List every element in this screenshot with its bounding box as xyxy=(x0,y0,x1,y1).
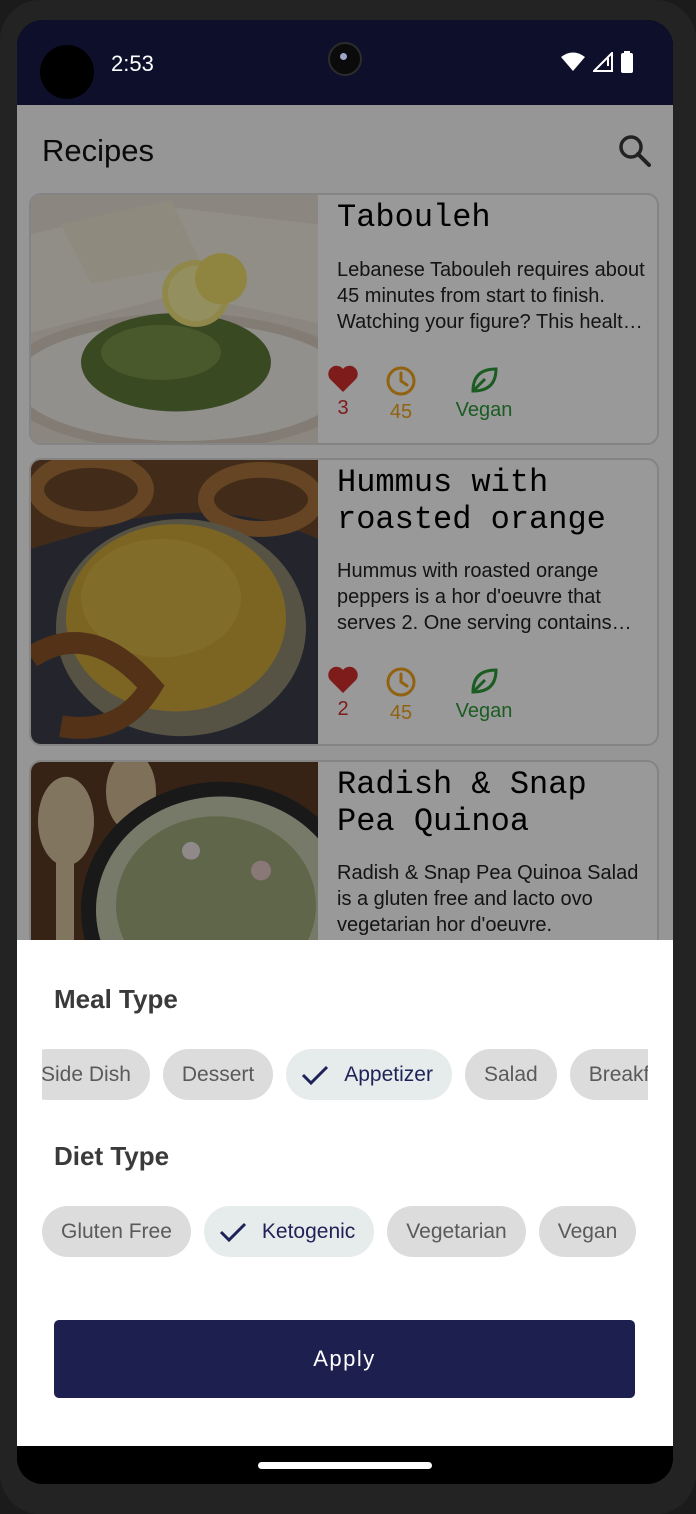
battery-icon xyxy=(621,51,633,73)
check-icon xyxy=(302,1065,329,1085)
meal-type-chip[interactable]: Breakfast xyxy=(569,1049,648,1100)
diet-type-chip-label: Gluten Free xyxy=(61,1219,172,1243)
modal-scrim[interactable] xyxy=(17,105,673,1030)
meal-type-chip-label: Appetizer xyxy=(344,1062,433,1086)
diet-type-chip-label: Vegan xyxy=(557,1219,618,1243)
apply-button[interactable]: Apply xyxy=(54,1320,635,1398)
meal-type-chip-label: Side Dish xyxy=(42,1062,131,1086)
meal-type-chip-label: Breakfast xyxy=(588,1062,648,1086)
device-frame: 2:53 Recipes Tabouleh Lebanese Tabouleh … xyxy=(0,0,696,1514)
recipes-screen: Recipes Tabouleh Lebanese Tabouleh requi… xyxy=(17,105,673,1060)
diet-type-chip[interactable]: Vegan xyxy=(538,1206,637,1257)
home-gesture-handle[interactable] xyxy=(258,1462,432,1469)
meal-type-chip[interactable]: Dessert xyxy=(162,1049,274,1100)
status-bar: 2:53 xyxy=(17,20,673,105)
status-icons xyxy=(561,51,633,73)
diet-type-chips: Gluten Free Ketogenic Vegetarian Vegan xyxy=(42,1206,637,1257)
camera-cutout xyxy=(40,45,94,99)
meal-type-chip-label: Dessert xyxy=(181,1062,255,1086)
meal-type-chip[interactable]: Appetizer xyxy=(286,1049,452,1100)
meal-type-chip[interactable]: Side Dish xyxy=(42,1049,150,1100)
meal-type-chip-label: Salad xyxy=(483,1062,538,1086)
screen: 2:53 Recipes Tabouleh Lebanese Tabouleh … xyxy=(17,20,673,1484)
wifi-icon xyxy=(561,52,585,71)
meal-type-chip-group[interactable]: Side Dish Dessert Appetizer Salad Breakfast xyxy=(42,1049,648,1101)
diet-type-chip[interactable]: Vegetarian xyxy=(387,1206,526,1257)
filter-bottom-sheet: Meal Type Side Dish Dessert Appetizer Salad… xyxy=(17,940,673,1446)
diet-type-chip-group[interactable]: Gluten Free Ketogenic Vegetarian Vegan xyxy=(42,1206,648,1258)
diet-type-heading: Diet Type xyxy=(54,1141,170,1171)
navigation-bar xyxy=(17,1446,673,1484)
meal-type-chips: Side Dish Dessert Appetizer Salad Breakfast xyxy=(42,1049,648,1100)
diet-type-chip-label: Ketogenic xyxy=(261,1219,356,1243)
front-camera xyxy=(328,42,362,76)
signal-icon xyxy=(593,52,613,72)
meal-type-heading: Meal Type xyxy=(54,984,178,1014)
diet-type-chip-label: Vegetarian xyxy=(406,1219,507,1243)
check-icon xyxy=(219,1222,246,1242)
status-time: 2:53 xyxy=(111,51,154,76)
diet-type-chip[interactable]: Ketogenic xyxy=(203,1206,375,1257)
diet-type-chip[interactable]: Gluten Free xyxy=(42,1206,191,1257)
meal-type-chip[interactable]: Salad xyxy=(464,1049,557,1100)
